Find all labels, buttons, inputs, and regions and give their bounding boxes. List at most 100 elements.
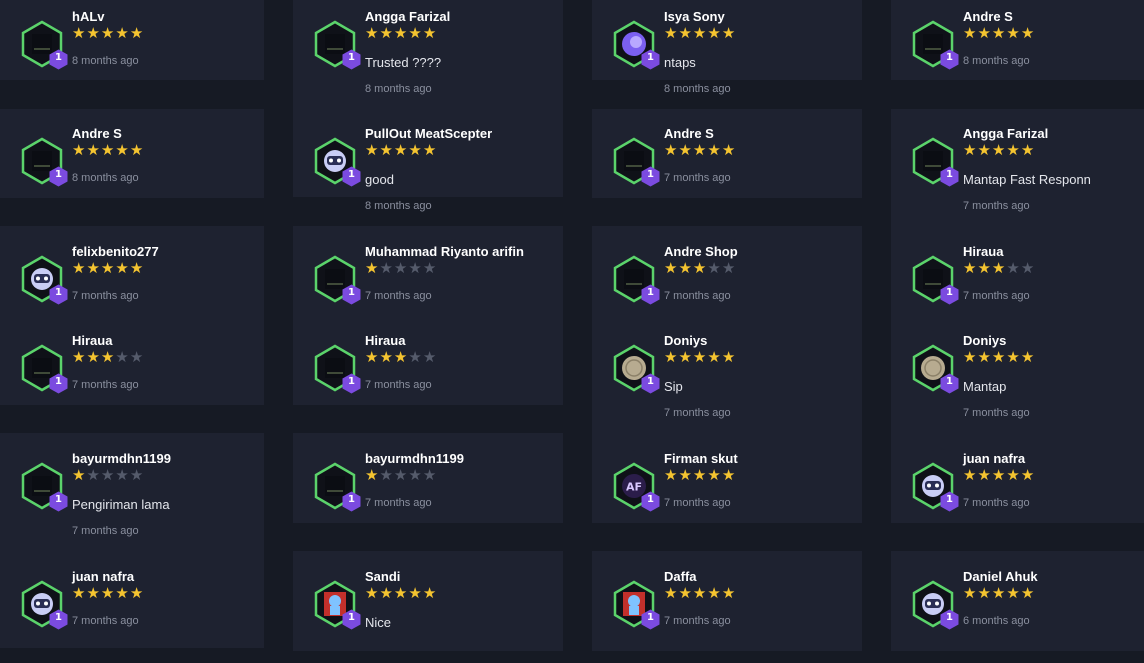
- avatar[interactable]: 1: [20, 20, 68, 70]
- star-filled-icon: ★: [977, 259, 992, 277]
- review-time: 7 months ago: [365, 497, 432, 509]
- reviewer-name[interactable]: bayurmdhn1199: [72, 451, 171, 466]
- avatar[interactable]: 1: [911, 580, 959, 630]
- avatar[interactable]: 1: [313, 20, 361, 70]
- star-filled-icon: ★: [977, 141, 992, 159]
- review-card: 1 Sandi ★★★★★ Nice: [293, 551, 563, 651]
- level-number: 1: [348, 169, 355, 180]
- star-filled-icon: ★: [721, 24, 737, 42]
- review-time: 7 months ago: [664, 290, 731, 302]
- star-rating: ★★★★★: [72, 260, 144, 276]
- reviewer-name[interactable]: Hiraua: [72, 333, 112, 348]
- reviewer-name[interactable]: Andre S: [72, 126, 122, 141]
- star-rating: ★★★★★: [664, 349, 736, 365]
- star-empty-icon: ★: [379, 259, 394, 277]
- reviewer-name[interactable]: Hiraua: [365, 333, 405, 348]
- star-filled-icon: ★: [692, 24, 708, 42]
- avatar[interactable]: 1: [313, 255, 361, 305]
- avatar[interactable]: 1: [911, 255, 959, 305]
- level-number: 1: [348, 612, 355, 623]
- avatar[interactable]: 1: [20, 580, 68, 630]
- reviewer-name[interactable]: Andre S: [664, 126, 714, 141]
- review-time: 7 months ago: [963, 407, 1030, 419]
- reviewer-name[interactable]: PullOut MeatScepter: [365, 126, 492, 141]
- avatar[interactable]: 1: [313, 462, 361, 512]
- reviewer-name[interactable]: juan nafra: [72, 569, 134, 584]
- reviewer-name[interactable]: Hiraua: [963, 244, 1003, 259]
- star-filled-icon: ★: [129, 584, 145, 602]
- reviewer-name[interactable]: Doniys: [664, 333, 707, 348]
- level-number: 1: [647, 612, 654, 623]
- star-filled-icon: ★: [692, 141, 708, 159]
- avatar[interactable]: 1: [313, 137, 361, 187]
- reviewer-name[interactable]: Daniel Ahuk: [963, 569, 1038, 584]
- review-item: AF 1 Firman skut ★★★★★ 7 months ago: [592, 445, 862, 545]
- review-comment: Mantap: [963, 379, 1007, 394]
- review-item: 1 Angga Farizal ★★★★★ Mantap Fast Responn 7 …: [891, 120, 1144, 220]
- level-number: 1: [55, 169, 62, 180]
- reviewer-name[interactable]: Andre Shop: [664, 244, 738, 259]
- level-number: 1: [55, 52, 62, 63]
- avatar[interactable]: 1: [20, 344, 68, 394]
- star-filled-icon: ★: [129, 259, 145, 277]
- reviewer-name[interactable]: bayurmdhn1199: [365, 451, 464, 466]
- review-item: 1 hALv ★★★★★ 8 months ago: [0, 3, 264, 103]
- avatar[interactable]: 1: [612, 255, 660, 305]
- review-card: 1 Angga Farizal ★★★★★ Trusted ???? 8 months …: [293, 0, 563, 212]
- reviewer-name[interactable]: Daffa: [664, 569, 697, 584]
- reviewer-name[interactable]: Isya Sony: [664, 9, 725, 24]
- star-filled-icon: ★: [72, 24, 87, 42]
- review-item: 1 Andre Shop ★★★★★ 7 months ago: [592, 238, 862, 338]
- avatar[interactable]: 1: [612, 137, 660, 187]
- reviewer-name[interactable]: Angga Farizal: [963, 126, 1048, 141]
- review-time: 8 months ago: [365, 83, 432, 95]
- star-filled-icon: ★: [664, 24, 679, 42]
- avatar[interactable]: 1: [612, 344, 660, 394]
- star-empty-icon: ★: [100, 466, 116, 484]
- avatar[interactable]: 1: [612, 580, 660, 630]
- level-number: 1: [946, 376, 953, 387]
- review-card: 1 Andre Shop ★★★★★ 7 months ago 1 Doniys ★★★★★…: [592, 226, 862, 523]
- reviewer-name[interactable]: Doniys: [963, 333, 1006, 348]
- reviewer-name[interactable]: Sandi: [365, 569, 400, 584]
- reviewer-name[interactable]: juan nafra: [963, 451, 1025, 466]
- reviewer-name[interactable]: Angga Farizal: [365, 9, 450, 24]
- star-filled-icon: ★: [422, 24, 438, 42]
- star-filled-icon: ★: [115, 259, 130, 277]
- star-filled-icon: ★: [707, 24, 722, 42]
- star-empty-icon: ★: [1006, 259, 1021, 277]
- level-badge: 1: [641, 49, 660, 70]
- avatar[interactable]: 1: [313, 580, 361, 630]
- star-filled-icon: ★: [72, 584, 87, 602]
- review-time: 8 months ago: [664, 83, 731, 95]
- star-filled-icon: ★: [991, 141, 1007, 159]
- level-badge: 1: [49, 609, 68, 630]
- star-filled-icon: ★: [721, 348, 737, 366]
- avatar[interactable]: 1: [911, 344, 959, 394]
- star-empty-icon: ★: [422, 348, 438, 366]
- star-filled-icon: ★: [86, 584, 101, 602]
- review-item: 1 Hiraua ★★★★★ 7 months ago: [891, 238, 1144, 338]
- avatar[interactable]: 1: [20, 462, 68, 512]
- avatar[interactable]: 1: [20, 255, 68, 305]
- avatar[interactable]: AF 1: [612, 462, 660, 512]
- reviewer-name[interactable]: Firman skut: [664, 451, 738, 466]
- star-filled-icon: ★: [408, 141, 423, 159]
- avatar[interactable]: 1: [911, 462, 959, 512]
- star-filled-icon: ★: [393, 348, 409, 366]
- star-filled-icon: ★: [678, 348, 693, 366]
- level-number: 1: [348, 287, 355, 298]
- avatar[interactable]: 1: [911, 20, 959, 70]
- avatar[interactable]: 1: [612, 20, 660, 70]
- avatar[interactable]: 1: [313, 344, 361, 394]
- avatar[interactable]: 1: [911, 137, 959, 187]
- reviewer-name[interactable]: Muhammad Riyanto arifin: [365, 244, 524, 259]
- star-filled-icon: ★: [365, 24, 380, 42]
- avatar[interactable]: 1: [20, 137, 68, 187]
- reviewer-name[interactable]: Andre S: [963, 9, 1013, 24]
- review-item: 1 Daffa ★★★★★ 7 months ago: [592, 563, 862, 663]
- reviewer-name[interactable]: felixbenito277: [72, 244, 159, 259]
- star-filled-icon: ★: [422, 141, 438, 159]
- level-badge: 1: [940, 609, 959, 630]
- reviewer-name[interactable]: hALv: [72, 9, 105, 24]
